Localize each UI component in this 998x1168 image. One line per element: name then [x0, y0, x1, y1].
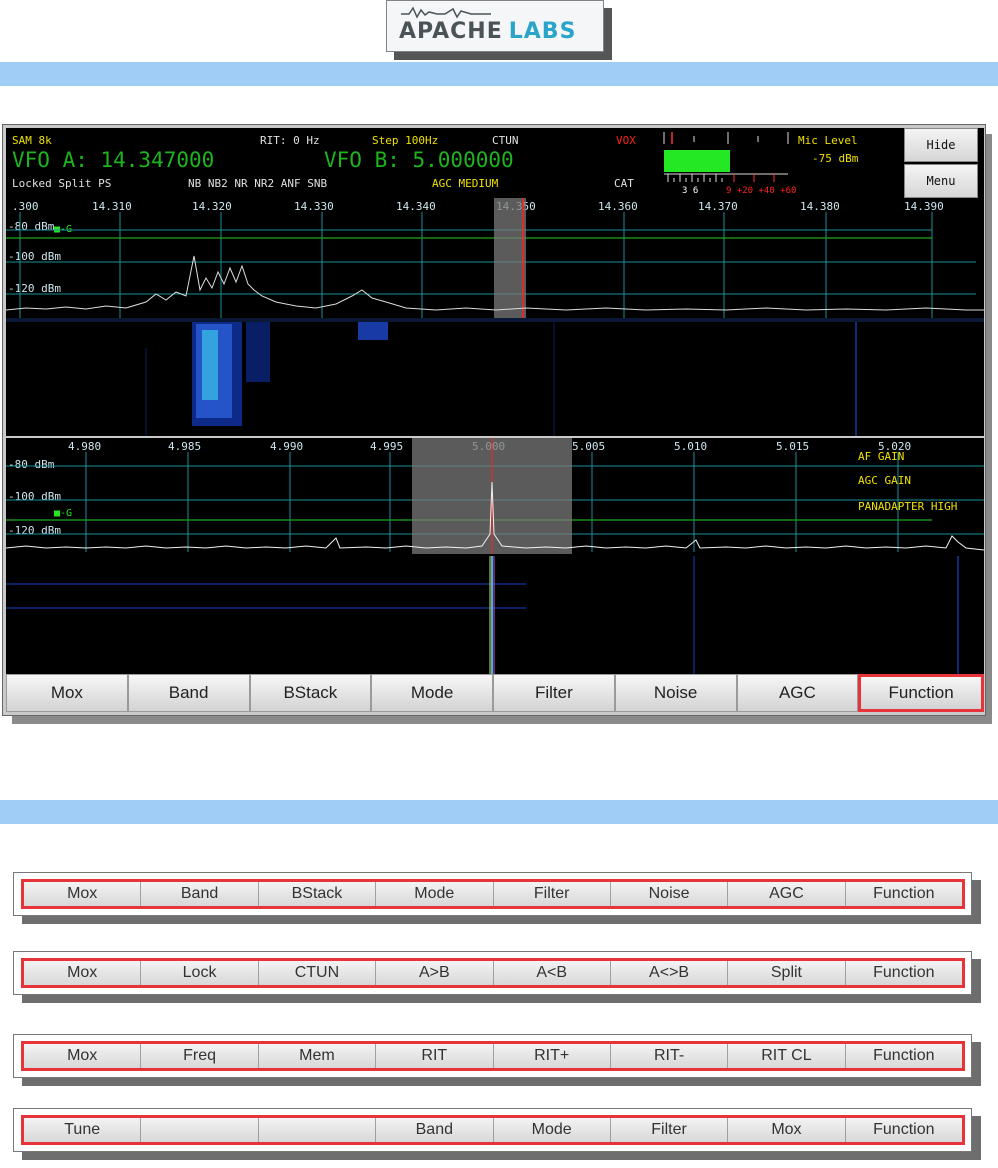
bar2-function-button[interactable]: Function: [845, 961, 962, 985]
sdr-band-button[interactable]: Band: [127, 674, 250, 712]
sdr-bstack-button[interactable]: BStack: [249, 674, 372, 712]
cat-indicator: CAT: [614, 177, 634, 190]
apache-labs-logo: APACHE LABS: [386, 0, 612, 60]
logo-wordmark: APACHE LABS: [399, 19, 576, 44]
meter-scale-white: 3 6: [682, 186, 699, 196]
vox-indicator: VOX: [616, 134, 636, 147]
mode-label: SAM 8k: [12, 134, 52, 147]
sdr-filter-button[interactable]: Filter: [493, 674, 615, 712]
bar1-noise-button[interactable]: Noise: [610, 882, 729, 906]
bar3-rit-cl-button[interactable]: RIT CL: [728, 1044, 846, 1068]
mic-level-value: -75 dBm: [812, 152, 859, 165]
bar3-rit--button[interactable]: RIT-: [610, 1044, 729, 1068]
hide-button[interactable]: Hide: [904, 128, 978, 162]
button-bar-1: Mox Band BStack Mode Filter Noise AGC Function: [13, 872, 972, 916]
sdr-display: SAM 8k RIT: 0 Hz Step 100Hz CTUN VOX Mic…: [6, 128, 984, 674]
signal-wave-icon: [401, 6, 491, 19]
sdr-mode-button[interactable]: Mode: [371, 674, 493, 712]
vfo-a-frequency[interactable]: VFO A: 14.347000: [12, 148, 214, 172]
bar3-mem-button[interactable]: Mem: [258, 1044, 377, 1068]
vfo-b-frequency[interactable]: VFO B: 5.000000: [324, 148, 514, 172]
bar4-mox-button[interactable]: Mox: [728, 1118, 846, 1142]
bar3-mox-button[interactable]: Mox: [24, 1044, 142, 1068]
bar3-freq-button[interactable]: Freq: [141, 1044, 259, 1068]
logo-word-apache: APACHE: [399, 19, 503, 44]
bar2-mox-button[interactable]: Mox: [24, 961, 142, 985]
bar2-lock-button[interactable]: Lock: [141, 961, 259, 985]
panadapter-1[interactable]: [6, 198, 984, 436]
bar4-mode-button[interactable]: Mode: [493, 1118, 611, 1142]
bar4-band-button[interactable]: Band: [376, 1118, 494, 1142]
bar3-rit--button[interactable]: RIT+: [493, 1044, 611, 1068]
bar1-filter-button[interactable]: Filter: [493, 882, 611, 906]
section-header-bar-1: [0, 62, 998, 86]
section-header-bar-2: [0, 800, 998, 824]
button-bar-highlight: Mox Band BStack Mode Filter Noise AGC Function: [21, 879, 965, 909]
bar4-empty-button[interactable]: [141, 1118, 259, 1142]
bar2-split-button[interactable]: Split: [728, 961, 846, 985]
sdr-function-button[interactable]: Function: [858, 674, 984, 712]
panadapter-2[interactable]: [6, 438, 984, 674]
ctun-indicator: CTUN: [492, 134, 519, 147]
menu-button[interactable]: Menu: [904, 164, 978, 198]
bar1-band-button[interactable]: Band: [141, 882, 259, 906]
bar2-a-b-button[interactable]: A<B: [493, 961, 611, 985]
bar4-empty-button[interactable]: [258, 1118, 377, 1142]
button-bar-highlight: Mox Freq Mem RIT RIT+ RIT- RIT CL Function: [21, 1041, 965, 1071]
step-readout: Step 100Hz: [372, 134, 439, 147]
sdr-button-row: Mox Band BStack Mode Filter Noise AGC Function: [6, 674, 984, 712]
rit-readout: RIT: 0 Hz: [260, 134, 320, 147]
logo-word-labs: LABS: [508, 19, 577, 44]
meter-scale-red: 9 +20 +40 +60: [726, 186, 797, 196]
bar3-rit-button[interactable]: RIT: [376, 1044, 494, 1068]
bar4-tune-button[interactable]: Tune: [24, 1118, 142, 1142]
status-noise-filters: NB NB2 NR NR2 ANF SNB: [188, 177, 328, 190]
sdr-mox-button[interactable]: Mox: [6, 674, 128, 712]
bar3-function-button[interactable]: Function: [845, 1044, 962, 1068]
bar1-mox-button[interactable]: Mox: [24, 882, 142, 906]
bar2-a-b-button[interactable]: A<>B: [610, 961, 729, 985]
bar1-bstack-button[interactable]: BStack: [258, 882, 377, 906]
bar1-mode-button[interactable]: Mode: [376, 882, 494, 906]
button-bar-4: Tune Band Mode Filter Mox Function: [13, 1108, 972, 1152]
logo-box: APACHE LABS: [386, 0, 604, 52]
sdr-noise-button[interactable]: Noise: [614, 674, 737, 712]
button-bar-3: Mox Freq Mem RIT RIT+ RIT- RIT CL Function: [13, 1034, 972, 1078]
status-locked-split-ps: Locked Split PS: [12, 177, 112, 190]
bar2-ctun-button[interactable]: CTUN: [258, 961, 377, 985]
button-bar-highlight: Mox Lock CTUN A>B A<B A<>B Split Function: [21, 958, 965, 988]
bar4-function-button[interactable]: Function: [845, 1118, 962, 1142]
agc-status: AGC MEDIUM: [432, 177, 499, 190]
sdr-agc-button[interactable]: AGC: [736, 674, 859, 712]
button-bar-highlight: Tune Band Mode Filter Mox Function: [21, 1115, 965, 1145]
bar2-a-b-button[interactable]: A>B: [376, 961, 494, 985]
bar4-filter-button[interactable]: Filter: [610, 1118, 729, 1142]
bar1-function-button[interactable]: Function: [845, 882, 962, 906]
mic-level-label: Mic Level: [798, 134, 858, 147]
button-bar-2: Mox Lock CTUN A>B A<B A<>B Split Function: [13, 951, 972, 995]
bar1-agc-button[interactable]: AGC: [728, 882, 846, 906]
